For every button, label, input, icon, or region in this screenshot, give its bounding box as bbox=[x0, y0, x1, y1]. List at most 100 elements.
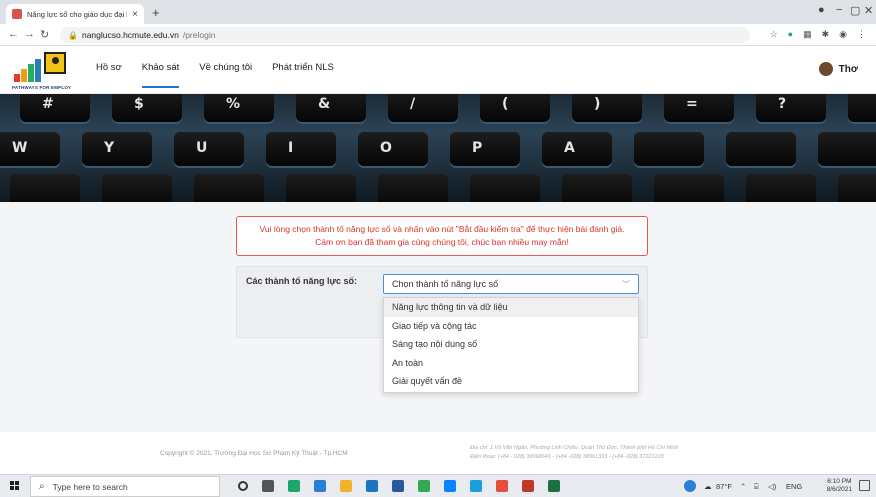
dropdown-option[interactable]: Giải quyết vấn đề bbox=[384, 372, 638, 391]
browser-extensions: ☆ ● ▦ ✱ ◉ ⋮ bbox=[770, 29, 866, 40]
dropdown-option[interactable]: Sáng tạo nội dung số bbox=[384, 335, 638, 354]
keyboard-key bbox=[10, 174, 80, 202]
nav-khao-sat[interactable]: Khảo sát bbox=[141, 62, 180, 88]
key-label: $ bbox=[134, 96, 144, 112]
windows-start-icon[interactable] bbox=[10, 481, 20, 491]
key-label: O bbox=[380, 140, 392, 156]
profile-icon[interactable]: ◉ bbox=[839, 29, 847, 40]
menu-kebab-icon[interactable]: ⋮ bbox=[857, 29, 866, 40]
new-tab-button[interactable]: + bbox=[152, 5, 160, 20]
word-icon[interactable] bbox=[392, 480, 404, 492]
nav-ho-so[interactable]: Hồ sơ bbox=[96, 62, 122, 88]
key-label: # bbox=[42, 96, 54, 112]
keyboard-key bbox=[450, 132, 520, 166]
notification-icon[interactable] bbox=[859, 480, 870, 491]
taskbar-search-input[interactable]: ⌕ Type here to search bbox=[30, 476, 220, 497]
media-icon[interactable] bbox=[470, 480, 482, 492]
mail-icon[interactable] bbox=[366, 480, 378, 492]
select-value: Chọn thành tố năng lực số bbox=[392, 279, 499, 289]
key-label: ( bbox=[502, 96, 509, 112]
chrome-alt-icon[interactable] bbox=[418, 480, 430, 492]
competency-select[interactable]: Chọn thành tố năng lực số ﹀ bbox=[383, 274, 639, 294]
nav-phat-trien-nls[interactable]: Phát triển NLS bbox=[272, 62, 334, 88]
user-menu[interactable]: Thơ bbox=[818, 62, 858, 76]
keyboard-key bbox=[838, 174, 876, 202]
keyboard-key bbox=[542, 132, 612, 166]
minimize-icon[interactable]: − bbox=[836, 4, 842, 16]
chevron-down-icon: ﹀ bbox=[622, 279, 630, 289]
file-explorer-icon[interactable] bbox=[340, 480, 352, 492]
notice-line-1: Vui lòng chọn thành tố năng lực số và nh… bbox=[259, 224, 625, 234]
app-icon[interactable] bbox=[496, 480, 508, 492]
zalo-icon[interactable] bbox=[444, 480, 456, 492]
site-footer bbox=[0, 432, 876, 474]
keyboard-key bbox=[634, 132, 704, 166]
logo-bar bbox=[28, 64, 34, 82]
search-placeholder: Type here to search bbox=[52, 481, 128, 492]
search-icon: ⌕ bbox=[39, 481, 45, 492]
key-label: A bbox=[564, 140, 575, 156]
site-logo[interactable]: PATHWAYS FOR EMPLOY bbox=[12, 52, 82, 90]
key-label: / bbox=[410, 96, 416, 112]
volume-icon[interactable]: ◁) bbox=[768, 482, 776, 491]
keyboard-key bbox=[388, 94, 458, 122]
system-clock[interactable]: 6:10 PM 8/6/2021 bbox=[827, 478, 852, 494]
nav-ve-chung-toi[interactable]: Về chúng tôi bbox=[199, 62, 252, 88]
logo-person-icon bbox=[44, 52, 66, 74]
copyright-text: Copyright © 2021, Trường Đại Học Sư Phạm… bbox=[160, 450, 348, 457]
extension-icon[interactable]: ● bbox=[788, 29, 793, 40]
edge-icon[interactable] bbox=[314, 480, 326, 492]
cortana-icon[interactable] bbox=[238, 481, 248, 491]
clock-date: 8/6/2021 bbox=[826, 486, 852, 493]
profile-dot-icon[interactable]: ● bbox=[818, 4, 825, 16]
keyboard-key bbox=[726, 132, 796, 166]
photo-app-icon[interactable] bbox=[522, 480, 534, 492]
dropdown-option[interactable]: Năng lực thông tin và dữ liệu bbox=[384, 298, 638, 317]
task-view-icon[interactable] bbox=[262, 480, 274, 492]
tray-app-icon[interactable] bbox=[684, 480, 696, 492]
key-label: P bbox=[472, 140, 483, 156]
site-favicon-icon bbox=[12, 9, 22, 19]
site-header: PATHWAYS FOR EMPLOY Hồ sơ Khảo sát Về ch… bbox=[0, 46, 876, 94]
username: Thơ bbox=[838, 63, 858, 75]
tab-close-icon[interactable]: × bbox=[132, 9, 138, 20]
network-icon[interactable]: ⌸ bbox=[754, 482, 759, 492]
url-field[interactable]: 🔒 nanglucso.hcmute.edu.vn/prelogin bbox=[60, 27, 750, 43]
phone-line: Điện thoại: (+84 - 028) 38968641 - (+84 … bbox=[470, 454, 664, 460]
key-label: W bbox=[12, 140, 28, 156]
dropdown-option[interactable]: Giao tiếp và cộng tác bbox=[384, 317, 638, 336]
keyboard-key bbox=[296, 94, 366, 122]
keyboard-key bbox=[82, 132, 152, 166]
extension-grid-icon[interactable]: ▦ bbox=[803, 29, 812, 40]
restore-icon[interactable]: ▢ bbox=[850, 4, 860, 17]
key-label: ? bbox=[778, 96, 787, 112]
excel-icon[interactable] bbox=[548, 480, 560, 492]
keyboard-key bbox=[848, 94, 876, 122]
browser-tab[interactable]: Năng lực số cho giáo dục đại học × bbox=[6, 4, 144, 24]
logo-bar bbox=[21, 69, 27, 82]
language-indicator[interactable]: ENG bbox=[786, 482, 802, 491]
reload-icon[interactable]: ↻ bbox=[40, 28, 49, 41]
key-label: I bbox=[288, 140, 294, 156]
chrome-icon[interactable] bbox=[288, 480, 300, 492]
key-label: ) bbox=[594, 96, 601, 112]
keyboard-key bbox=[286, 174, 356, 202]
key-label: Y bbox=[104, 140, 115, 156]
keyboard-key bbox=[112, 94, 182, 122]
keyboard-key bbox=[20, 94, 90, 122]
keyboard-key bbox=[756, 94, 826, 122]
back-arrow-icon[interactable]: ← bbox=[8, 28, 19, 40]
tray-chevron-icon[interactable]: ⌃ bbox=[740, 482, 746, 491]
competency-label: Các thành tố năng lực số: bbox=[246, 276, 358, 286]
keyboard-key bbox=[654, 174, 724, 202]
keyboard-key bbox=[378, 174, 448, 202]
logo-bar bbox=[35, 59, 41, 82]
windows-taskbar: ⌕ Type here to search ☁ 87°F ⌃ ⌸ ◁) ENG … bbox=[0, 474, 876, 497]
bookmark-star-icon[interactable]: ☆ bbox=[770, 29, 778, 40]
forward-arrow-icon[interactable]: → bbox=[24, 28, 35, 40]
dropdown-option[interactable]: An toàn bbox=[384, 354, 638, 373]
weather-temp[interactable]: 87°F bbox=[716, 482, 732, 491]
puzzle-icon[interactable]: ✱ bbox=[822, 29, 830, 40]
keyboard-key bbox=[102, 174, 172, 202]
window-close-icon[interactable]: ✕ bbox=[864, 4, 873, 17]
